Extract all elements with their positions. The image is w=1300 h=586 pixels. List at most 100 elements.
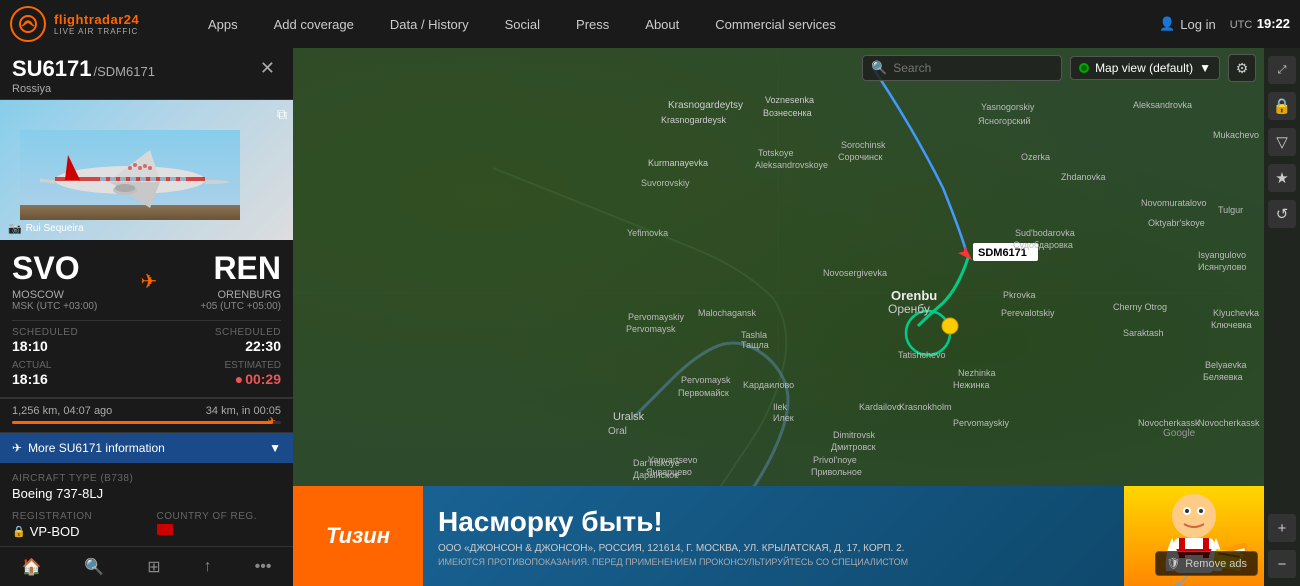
country-block: COUNTRY OF REG. [157,511,282,539]
zoom-out-button[interactable]: − [1268,550,1296,578]
nav-press[interactable]: Press [558,0,627,48]
camera-icon: 📷 [8,222,22,235]
nav-commercial[interactable]: Commercial services [697,0,854,48]
settings-button[interactable]: ⚙ [1228,54,1256,82]
ad-subline2: ИМЕЮТСЯ ПРОТИВОПОКАЗАНИЯ. ПЕРЕД ПРИМЕНЕН… [438,557,1109,567]
dest-tz: +05 (UTC +05:00) [200,301,281,312]
svg-text:Yanvartsevo: Yanvartsevo [648,455,697,465]
nav-add-coverage[interactable]: Add coverage [256,0,372,48]
svg-text:Orenbu: Orenbu [891,288,937,303]
svg-text:Malochagansk: Malochagansk [698,308,757,318]
ad-content: Насморку быть! ООО «ДЖОНСОН & ДЖОНСОН», … [423,496,1124,577]
svg-text:Voznesenka: Voznesenka [765,95,814,105]
svg-text:Krasnogardeysk: Krasnogardeysk [661,115,727,125]
estimated-arr-time: ●00:29 [147,371,282,387]
nav-about[interactable]: About [627,0,697,48]
photographer-credit: 📷 Rui Sequeira [8,222,84,235]
svg-text:Yasnogorskiy: Yasnogorskiy [981,102,1035,112]
flag-icon [157,524,173,535]
nav-data-history[interactable]: Data / History [372,0,487,48]
svg-text:Sud'bodarovka: Sud'bodarovka [1015,228,1075,238]
dest-code: REN [200,250,281,287]
svg-text:Ясногорский: Ясногорский [978,116,1031,126]
scheduled-dep-label: SCHEDULED [12,327,147,338]
filter-button[interactable]: ▽ [1268,128,1296,156]
scheduled-dep-time: 18:10 [12,338,147,354]
svg-text:Pervomaysk: Pervomaysk [626,324,676,334]
svg-text:Kardailovo: Kardailovo [859,402,902,412]
time-display: UTC 19:22 [1230,15,1290,33]
flight-direction-icon: ✈ [140,269,157,294]
lock-button[interactable]: 🔒 [1268,92,1296,120]
logo-area[interactable]: flightradar24 LIVE AIR TRAFFIC [0,0,190,48]
actual-dep-label: ACTUAL [12,360,147,371]
remove-ads-button[interactable]: 🛡 Remove ads [1155,551,1258,576]
search-nav-icon[interactable]: 🔍 [84,557,104,577]
svg-text:Nezhinka: Nezhinka [958,368,996,378]
svg-text:Saraktash: Saraktash [1123,328,1164,338]
svg-text:Pervomayskiy: Pervomayskiy [628,312,685,322]
origin-code: SVO [12,250,97,287]
actual-dep-time: 18:16 [12,371,147,387]
svg-text:Suvorovskiy: Suvorovskiy [641,178,690,188]
svg-text:Novomuratalovo: Novomuratalovo [1141,198,1207,208]
logo-text: flightradar24 LIVE AIR TRAFFIC [54,12,139,36]
origin-block: SVO MOSCOW MSK (UTC +03:00) [12,250,97,312]
logo-icon [10,6,46,42]
ad-logo-text: Тизин [326,523,390,549]
ad-banner[interactable]: Тизин Насморку быть! ООО «ДЖОНСОН & ДЖОН… [293,486,1264,586]
map-svg: SDM6171 Krasnogardeytsy Krasnogardeysk K… [293,48,1264,538]
flight-sub: /SDM6171 [94,64,155,79]
nav-social[interactable]: Social [487,0,558,48]
route-section: SVO MOSCOW MSK (UTC +03:00) ✈ REN ORENBU… [0,240,293,398]
scheduled-arr-label: SCHEDULED [147,327,282,338]
svg-text:Нежинка: Нежинка [953,380,990,390]
svg-text:Тащла: Тащла [741,340,769,350]
svg-text:Belyaevka: Belyaevka [1205,360,1247,370]
svg-text:Tatishchevo: Tatishchevo [898,350,946,360]
top-navigation: flightradar24 LIVE AIR TRAFFIC Apps Add … [0,0,1300,48]
aircraft-type-block: AIRCRAFT TYPE (B738) Boeing 737-8LJ [12,473,281,501]
svg-text:Kurmanayevka: Kurmanayevka [648,158,708,168]
nav-apps[interactable]: Apps [190,0,256,48]
svg-text:Krasnogardeytsy: Krasnogardeytsy [668,100,743,111]
search-box[interactable]: 🔍 [862,55,1062,81]
sidebar: SU6171 /SDM6171 Rossiya ✕ [0,48,293,586]
home-nav-icon[interactable]: 🏠 [21,557,41,577]
svg-text:Pervomayskiy: Pervomayskiy [953,418,1010,428]
svg-text:Вознесенка: Вознесенка [763,108,812,118]
star-button[interactable]: ★ [1268,164,1296,192]
distance-total: 1,256 km, 04:07 ago [12,405,112,417]
ad-headline: Насморку быть! [438,506,1109,538]
country-value [157,524,282,535]
svg-text:Cherny Otrog: Cherny Otrog [1113,302,1167,312]
search-input[interactable] [893,61,1053,75]
share-nav-icon[interactable]: ↑ [204,558,212,576]
svg-text:Aleksandrovka: Aleksandrovka [1133,100,1192,110]
expand-icon[interactable]: ⧉ [277,106,287,123]
svg-text:Aleksandrovskoye: Aleksandrovskoye [755,160,828,170]
close-button[interactable]: ✕ [254,56,281,81]
svg-text:Isyangulovo: Isyangulovo [1198,250,1246,260]
scheduled-arr-time: 22:30 [147,338,282,354]
menu-nav-icon[interactable]: ••• [255,558,272,576]
svg-text:Uralsk: Uralsk [613,411,645,423]
aircraft-type-label: AIRCRAFT TYPE (B738) [12,473,281,484]
map-area[interactable]: SDM6171 Krasnogardeytsy Krasnogardeysk K… [293,48,1300,586]
chevron-down-icon: ▼ [1199,61,1211,75]
login-button[interactable]: 👤 Log in [1159,16,1216,32]
search-icon: 🔍 [871,60,887,76]
layers-nav-icon[interactable]: ⊞ [147,557,160,577]
ad-subline: ООО «ДЖОНСОН & ДЖОНСОН», РОССИЯ, 121614,… [438,543,1109,554]
svg-text:Дмитровск: Дмитровск [831,442,876,452]
svg-text:Ilek: Ilek [773,402,788,412]
svg-text:Январцево: Январцево [646,467,692,477]
svg-text:Yefimovka: Yefimovka [627,228,668,238]
zoom-in-button[interactable]: + [1268,514,1296,542]
map-view-selector[interactable]: Map view (default) ▼ [1070,56,1220,80]
more-info-toggle[interactable]: ✈ More SU6171 information ▼ [0,433,293,463]
fullscreen-button[interactable]: ⤢ [1268,56,1296,84]
svg-text:Беляевка: Беляевка [1203,372,1243,382]
refresh-button[interactable]: ↺ [1268,200,1296,228]
svg-text:Perevalotskiy: Perevalotskiy [1001,308,1055,318]
